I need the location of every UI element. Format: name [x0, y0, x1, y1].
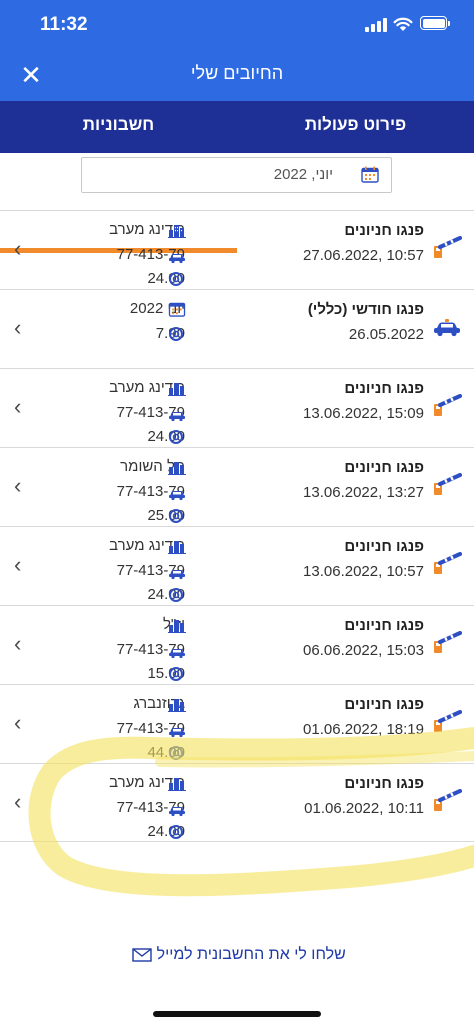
item-title: פנגו חניונים: [344, 459, 424, 476]
page-title: החיובים שלי: [190, 63, 284, 83]
car-icon: [169, 491, 185, 501]
list-item[interactable]: ‹ רידינג מערב 77-413-79 24.00 פנגו חניונ…: [0, 368, 474, 447]
item-date: 26.05.2022: [348, 326, 424, 343]
parking-barrier-icon: [434, 631, 462, 653]
list-item[interactable]: ‹ יוני 2022 7.90 פנגו חודשי (כללי) 26.05…: [0, 289, 474, 368]
parking-barrier-icon: [434, 473, 462, 495]
item-title: פנגו חניונים: [344, 380, 424, 397]
chevron-left-icon: ‹: [14, 236, 22, 261]
home-indicator[interactable]: [153, 1011, 321, 1017]
item-title: פנגו חניונים: [344, 617, 424, 634]
list-item[interactable]: ‹ רידינג מערב 77-413-79 24.00 פנגו חניונ…: [0, 526, 474, 605]
chevron-left-icon: ‹: [14, 394, 22, 419]
list-item[interactable]: ‹ גרוזנברג 77-413-79 44.00 פנגו חניונים …: [0, 684, 474, 763]
month-selector[interactable]: יוני, 2022: [81, 157, 392, 193]
item-date: 06.06.2022, 15:03: [303, 642, 424, 659]
car-icon: [169, 728, 185, 738]
coins-icon: [169, 825, 183, 839]
item-date: 01.06.2022, 18:19: [303, 721, 424, 738]
chevron-left-icon: ‹: [14, 631, 22, 656]
parking-barrier-icon: [434, 710, 462, 732]
calendar-icon: [168, 302, 186, 317]
mail-icon: [132, 948, 152, 962]
city-icon: [168, 383, 186, 396]
city-icon: [168, 778, 186, 791]
item-title: פנגו חודשי (כללי): [307, 301, 424, 318]
car-icon: [169, 570, 185, 580]
coins-icon: [169, 327, 183, 341]
item-date: 13.06.2022, 15:09: [303, 405, 424, 422]
chevron-left-icon: ‹: [14, 552, 22, 577]
city-icon: [168, 620, 186, 633]
car-icon: [169, 254, 185, 264]
list-item[interactable]: ‹ וז"ל 77-413-79 15.00 פנגו חניונים 06.0…: [0, 605, 474, 684]
list-item[interactable]: ‹ תל השומר 77-413-79 25.00 פנגו חניונים …: [0, 447, 474, 526]
coins-icon: [169, 430, 183, 444]
car-icon: [169, 649, 185, 659]
coins-icon: [169, 509, 183, 523]
coins-icon: [169, 746, 183, 760]
calendar-icon: [361, 166, 379, 183]
city-icon: [168, 541, 186, 554]
battery-icon: [420, 16, 450, 30]
item-title: פנגו חניונים: [344, 222, 424, 239]
status-time: 11:32: [40, 14, 88, 35]
item-date: 13.06.2022, 10:57: [303, 563, 424, 580]
parking-barrier-icon: [434, 394, 462, 416]
item-title: פנגו חניונים: [344, 696, 424, 713]
coins-icon: [169, 667, 183, 681]
status-bar: 11:32: [0, 0, 474, 50]
coins-icon: [169, 588, 183, 602]
parking-barrier-icon: [434, 552, 462, 574]
email-invoice-label: שלחו לי את החשבונית למייל: [156, 946, 346, 963]
item-date: 13.06.2022, 13:27: [303, 484, 424, 501]
tab-activity-details[interactable]: פירוט פעולות: [237, 101, 474, 153]
city-icon: [168, 225, 186, 238]
list-item[interactable]: ‹ רידינג מערב 77-413-79 24.00 פנגו חניונ…: [0, 763, 474, 842]
tab-invoices[interactable]: חשבוניות: [0, 101, 237, 153]
item-date: 01.06.2022, 10:11: [304, 800, 424, 817]
parking-barrier-icon: [434, 236, 462, 258]
city-icon: [168, 462, 186, 475]
item-title: פנגו חניונים: [344, 775, 424, 792]
chevron-left-icon: ‹: [14, 473, 22, 498]
chevron-left-icon: ‹: [14, 315, 22, 340]
email-invoice-link[interactable]: שלחו לי את החשבונית למייל: [0, 946, 474, 964]
car-icon: [169, 807, 185, 817]
coins-icon: [169, 272, 183, 286]
cellular-signal-icon: [365, 18, 387, 32]
car-icon: [169, 412, 185, 422]
car-icon: [434, 319, 460, 337]
app-header: 11:32 ✕ החיובים שלי: [0, 0, 474, 101]
chevron-left-icon: ‹: [14, 789, 22, 814]
month-selector-value: יוני, 2022: [273, 166, 333, 183]
chevron-left-icon: ‹: [14, 710, 22, 735]
parking-barrier-icon: [434, 789, 462, 811]
item-date: 27.06.2022, 10:57: [303, 247, 424, 264]
tab-bar: חשבוניות פירוט פעולות: [0, 101, 474, 253]
list-item[interactable]: ‹ רידינג מערב 77-413-79 24.00 פנגו חניונ…: [0, 210, 474, 289]
item-title: פנגו חניונים: [344, 538, 424, 555]
city-icon: [168, 699, 186, 712]
wifi-icon: [393, 17, 413, 31]
